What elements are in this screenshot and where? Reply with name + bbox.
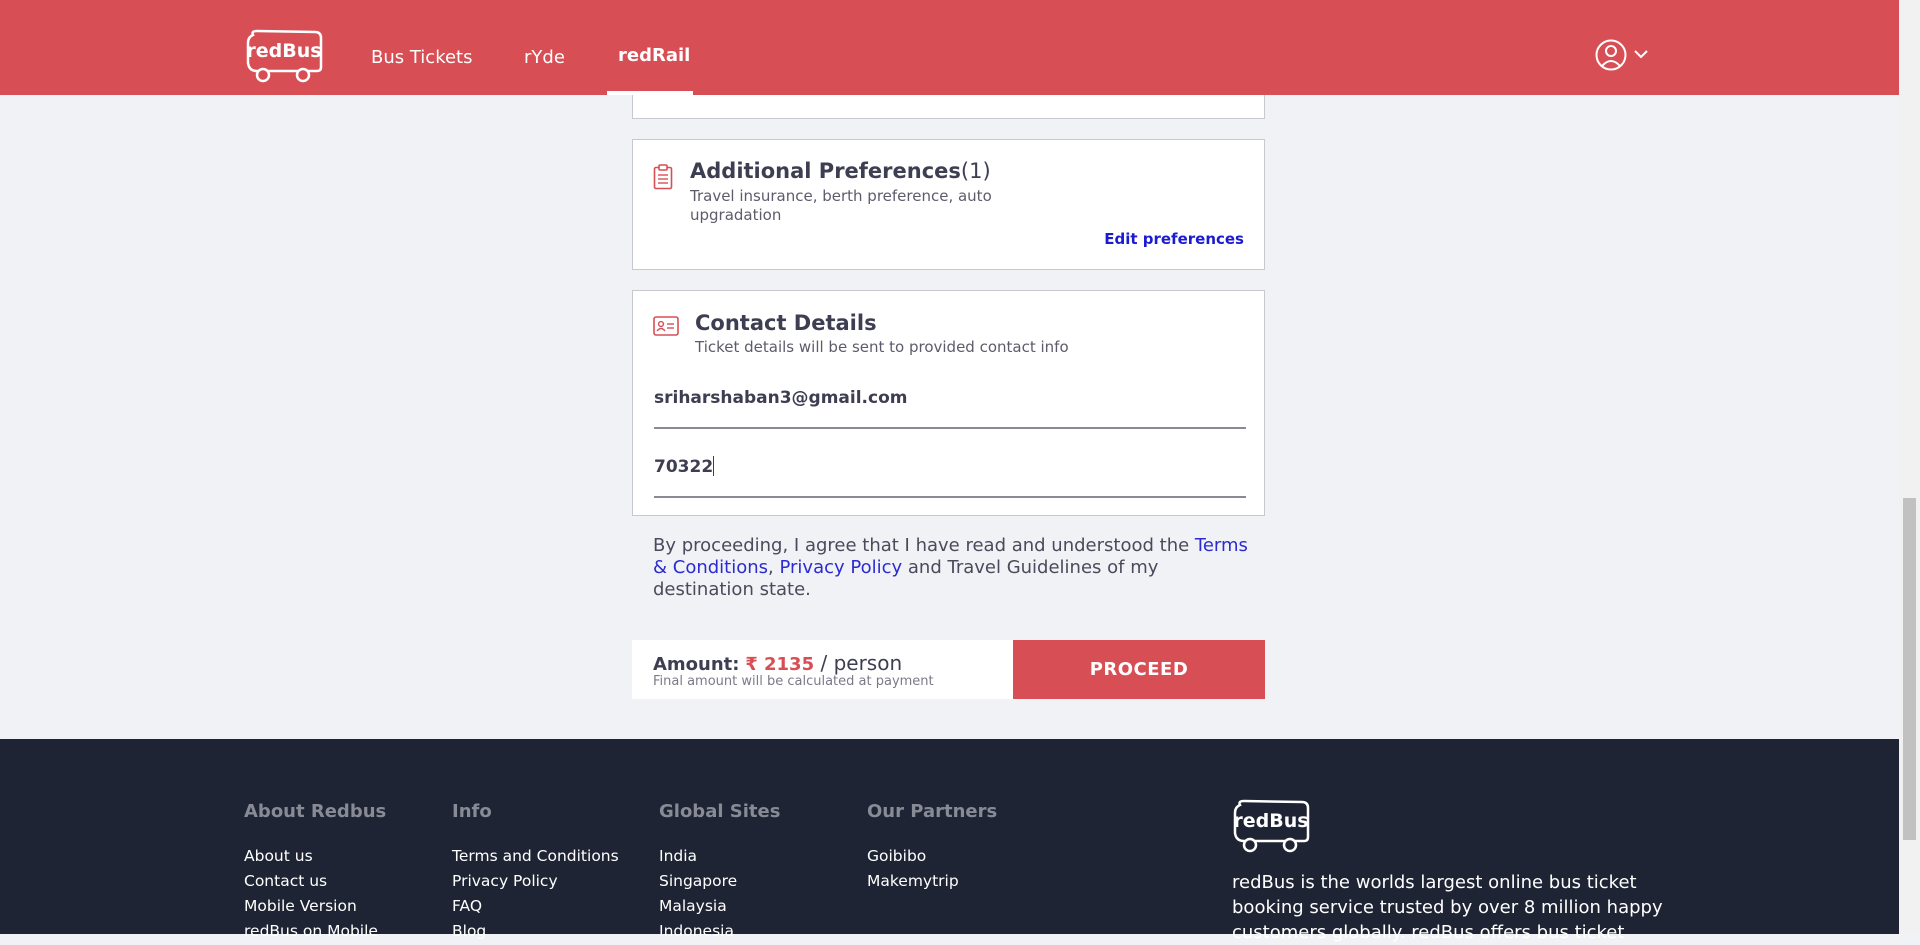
footer-link[interactable]: Blog bbox=[452, 919, 619, 944]
svg-text:redBus: redBus bbox=[246, 40, 321, 62]
amount-line: Amount: ₹ 2135 / person bbox=[653, 651, 902, 675]
preferences-title-text: Additional Preferences bbox=[690, 159, 961, 183]
site-footer: About Redbus About us Contact us Mobile … bbox=[0, 739, 1899, 943]
profile-menu[interactable] bbox=[1594, 38, 1656, 72]
footer-link[interactable]: Indonesia bbox=[659, 919, 780, 944]
email-value: sriharshaban3@gmail.com bbox=[654, 388, 908, 408]
edit-preferences-link[interactable]: Edit preferences bbox=[1104, 230, 1244, 248]
text-cursor bbox=[713, 456, 715, 476]
footer-col-global-sites: Global Sites India Singapore Malaysia In… bbox=[659, 801, 780, 944]
privacy-policy-link[interactable]: Privacy Policy bbox=[779, 557, 902, 578]
footer-link[interactable]: Singapore bbox=[659, 869, 780, 894]
phone-value: 70322 bbox=[654, 457, 714, 477]
consent-separator: , bbox=[768, 557, 780, 578]
proceed-button[interactable]: PROCEED bbox=[1013, 640, 1265, 699]
footer-col-partners: Our Partners Goibibo Makemytrip bbox=[867, 801, 997, 894]
footer-link[interactable]: Terms and Conditions bbox=[452, 844, 619, 869]
footer-link[interactable]: Contact us bbox=[244, 869, 386, 894]
clipboard-icon bbox=[653, 164, 673, 190]
footer-link[interactable]: redBus on Mobile bbox=[244, 919, 386, 944]
phone-field[interactable]: 70322 bbox=[654, 456, 1246, 498]
preferences-subtitle: Travel insurance, berth preference, auto… bbox=[690, 187, 992, 224]
amount-summary: Amount: ₹ 2135 / person Final amount wil… bbox=[632, 640, 1013, 699]
top-header: redBus Bus Tickets rYde redRail bbox=[0, 0, 1899, 95]
footer-link[interactable]: Malaysia bbox=[659, 894, 780, 919]
footer-redbus-logo[interactable]: redBus bbox=[1232, 799, 1311, 854]
chevron-down-icon bbox=[1634, 50, 1648, 59]
footer-col-about: About Redbus About us Contact us Mobile … bbox=[244, 801, 386, 944]
user-icon bbox=[1595, 39, 1648, 71]
footer-link[interactable]: Mobile Version bbox=[244, 894, 386, 919]
consent-prefix: By proceeding, I agree that I have read … bbox=[653, 535, 1195, 556]
footer-link[interactable]: Makemytrip bbox=[867, 869, 997, 894]
additional-preferences-card: Additional Preferences(1) Travel insuran… bbox=[632, 139, 1265, 270]
nav-redrail[interactable]: redRail bbox=[618, 45, 690, 66]
footer-link[interactable]: Privacy Policy bbox=[452, 869, 619, 894]
scrollbar-thumb[interactable] bbox=[1903, 498, 1916, 840]
amount-label: Amount: bbox=[653, 654, 740, 675]
redbus-logo[interactable]: redBus bbox=[245, 29, 324, 84]
footer-link[interactable]: Goibibo bbox=[867, 844, 997, 869]
footer-heading: Global Sites bbox=[659, 801, 781, 822]
amount-unit: / person bbox=[814, 651, 903, 675]
amount-price: ₹ 2135 bbox=[745, 654, 815, 675]
nav-ryde[interactable]: rYde bbox=[524, 47, 565, 68]
contact-subtitle: Ticket details will be sent to provided … bbox=[695, 338, 1069, 356]
footer-link[interactable]: India bbox=[659, 844, 780, 869]
amount-note: Final amount will be calculated at payme… bbox=[653, 674, 934, 689]
consent-text: By proceeding, I agree that I have read … bbox=[653, 535, 1253, 601]
contact-details-card: Contact Details Ticket details will be s… bbox=[632, 290, 1265, 516]
contact-title: Contact Details bbox=[695, 311, 877, 335]
email-field[interactable]: sriharshaban3@gmail.com bbox=[654, 387, 1246, 429]
footer-heading: Our Partners bbox=[867, 801, 998, 822]
footer-heading: Info bbox=[452, 801, 492, 822]
footer-col-info: Info Terms and Conditions Privacy Policy… bbox=[452, 801, 619, 944]
active-tab-indicator bbox=[607, 91, 693, 95]
svg-text:redBus: redBus bbox=[1233, 810, 1308, 832]
footer-link[interactable]: About us bbox=[244, 844, 386, 869]
footer-link[interactable]: FAQ bbox=[452, 894, 619, 919]
id-card-icon bbox=[653, 316, 679, 336]
nav-bus-tickets[interactable]: Bus Tickets bbox=[371, 47, 473, 68]
footer-heading: About Redbus bbox=[244, 801, 387, 822]
preferences-title: Additional Preferences(1) bbox=[690, 159, 991, 183]
preferences-count: (1) bbox=[960, 159, 991, 183]
